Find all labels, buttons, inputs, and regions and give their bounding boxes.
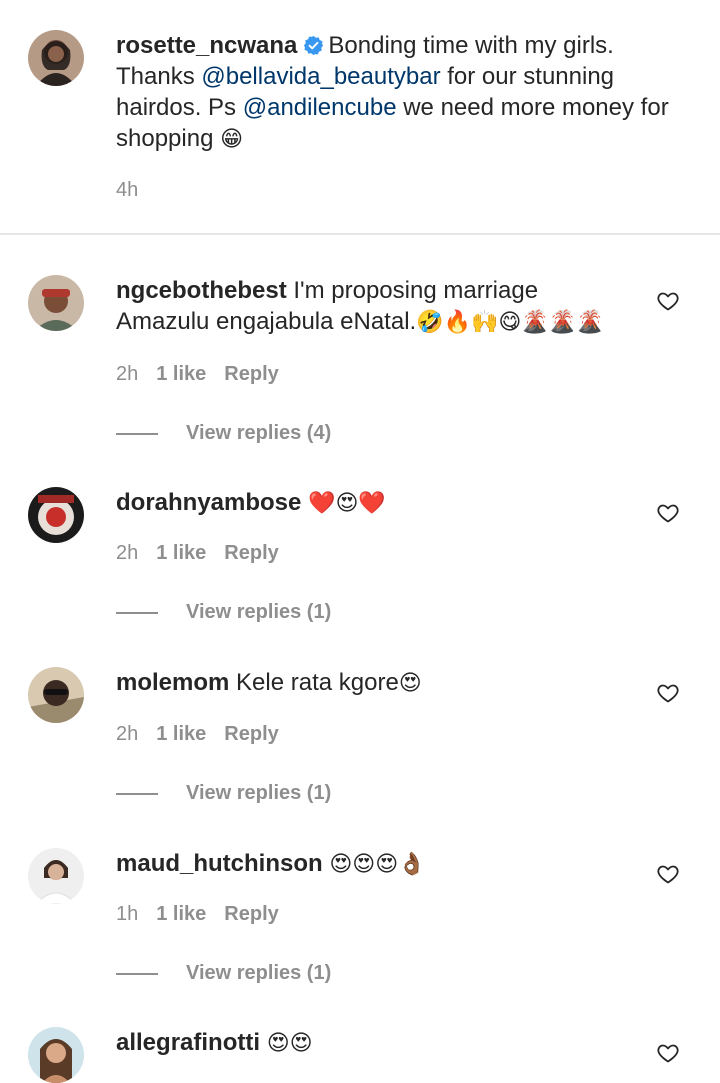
comment-text: ngcebothebest I'm proposing marriage Ama… <box>116 275 636 338</box>
comment-meta: 2h 1 like Reply <box>116 363 279 386</box>
comment-meta: 1h 1 like Reply <box>116 903 279 926</box>
like-count[interactable]: 1 like <box>156 542 206 564</box>
avatar[interactable] <box>28 1027 84 1083</box>
view-replies-button[interactable]: View replies (1) <box>116 601 331 624</box>
comment-text: dorahnyambose ❤️😍❤️ <box>116 487 636 519</box>
caption-emoji: 😁 <box>220 127 244 152</box>
replies-divider-line <box>116 972 158 975</box>
avatar[interactable] <box>28 848 84 904</box>
reply-button[interactable]: Reply <box>224 903 278 925</box>
comment-emoji: 😍😍 <box>266 1031 313 1056</box>
like-count[interactable]: 1 like <box>156 363 206 385</box>
view-replies-button[interactable]: View replies (4) <box>116 422 331 445</box>
reply-button[interactable]: Reply <box>224 542 278 564</box>
comment-username[interactable]: maud_hutchinson <box>116 850 323 877</box>
heart-outline-icon[interactable] <box>656 1041 680 1065</box>
comment-text: maud_hutchinson 😍😍😍👌🏾 <box>116 848 636 880</box>
comment-username[interactable]: allegrafinotti <box>116 1029 260 1056</box>
heart-outline-icon[interactable] <box>656 862 680 886</box>
comment-body: Kele rata kgore <box>236 669 399 696</box>
comment-timestamp: 2h <box>116 723 139 745</box>
replies-divider-line <box>116 611 158 614</box>
heart-outline-icon[interactable] <box>656 501 680 525</box>
mention-link[interactable]: @andilencube <box>243 94 397 121</box>
mention-link[interactable]: @bellavida_beautybar <box>201 63 440 90</box>
comment-meta: 2h 1 like Reply <box>116 542 279 565</box>
like-count[interactable]: 1 like <box>156 723 206 745</box>
comment-text: allegrafinotti 😍😍 <box>116 1027 636 1059</box>
comment-emoji: 🤣🔥🙌😋🌋🌋🌋 <box>416 310 604 335</box>
avatar[interactable] <box>28 30 84 86</box>
comment-username[interactable]: molemom <box>116 669 229 696</box>
reply-button[interactable]: Reply <box>224 723 278 745</box>
heart-outline-icon[interactable] <box>656 681 680 705</box>
caption-divider <box>0 233 720 235</box>
view-replies-button[interactable]: View replies (1) <box>116 962 331 985</box>
view-replies-label: View replies (1) <box>186 962 332 984</box>
avatar[interactable] <box>28 667 84 723</box>
comments-screen: rosette_ncwana Bonding time with my girls… <box>0 0 720 1083</box>
verified-badge-icon <box>303 33 324 56</box>
reply-button[interactable]: Reply <box>224 363 278 385</box>
caption-username[interactable]: rosette_ncwana <box>116 32 297 59</box>
view-replies-label: View replies (1) <box>186 782 332 804</box>
comment-username[interactable]: dorahnyambose <box>116 489 301 516</box>
view-replies-label: View replies (4) <box>186 422 332 444</box>
comment-timestamp: 2h <box>116 363 139 385</box>
replies-divider-line <box>116 792 158 795</box>
comment-meta: 2h 1 like Reply <box>116 723 279 746</box>
caption-timestamp: 4h <box>116 179 139 201</box>
view-replies-button[interactable]: View replies (1) <box>116 782 331 805</box>
like-count[interactable]: 1 like <box>156 903 206 925</box>
comment-username[interactable]: ngcebothebest <box>116 277 287 304</box>
post-caption: rosette_ncwana Bonding time with my girls… <box>0 0 720 234</box>
comment-emoji: 😍 <box>398 671 422 696</box>
comment-emoji: 😍😍😍👌🏾 <box>329 852 426 877</box>
avatar[interactable] <box>28 487 84 543</box>
avatar[interactable] <box>28 275 84 331</box>
comment-timestamp: 1h <box>116 903 139 925</box>
comment-text: molemom Kele rata kgore😍 <box>116 667 636 699</box>
replies-divider-line <box>116 432 158 435</box>
comment-emoji: ❤️😍❤️ <box>308 491 386 516</box>
heart-outline-icon[interactable] <box>656 289 680 313</box>
comment-timestamp: 2h <box>116 542 139 564</box>
view-replies-label: View replies (1) <box>186 601 332 623</box>
caption-text: rosette_ncwana Bonding time with my girls… <box>116 30 686 155</box>
